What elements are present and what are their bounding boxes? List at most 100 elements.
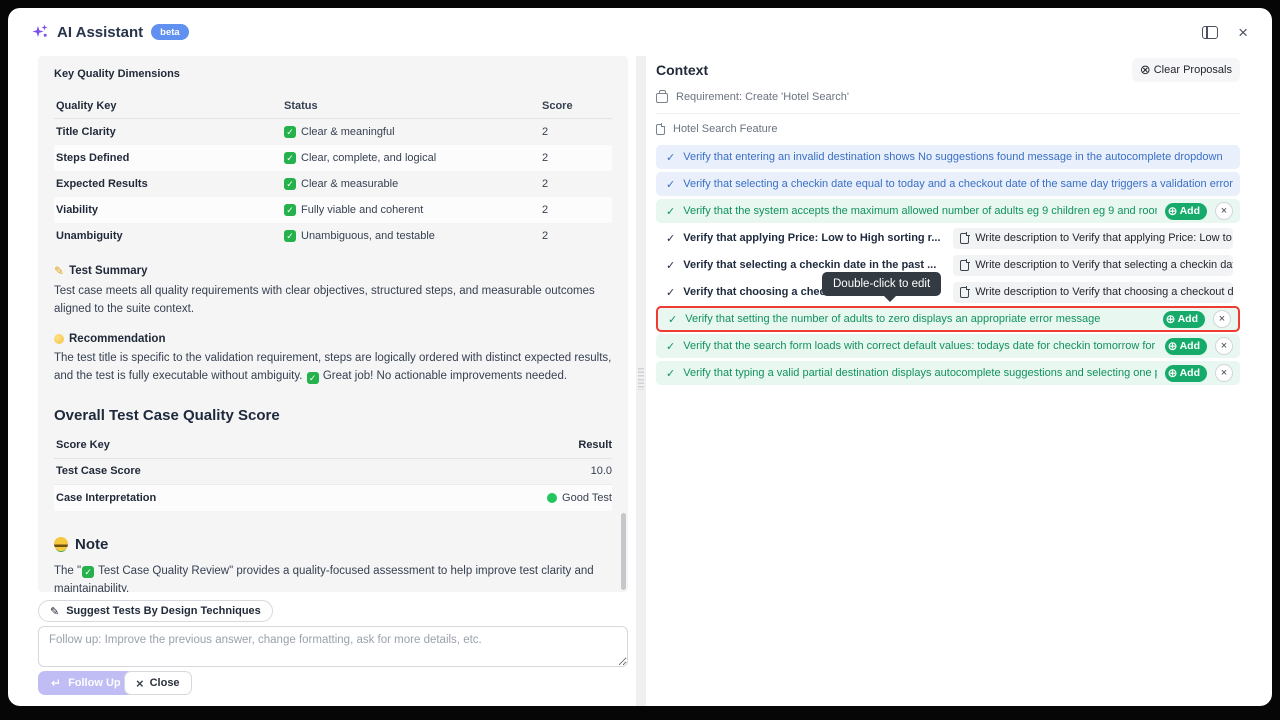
dimension-key: Unambiguity bbox=[54, 230, 284, 242]
remove-proposal-button[interactable]: × bbox=[1215, 202, 1233, 220]
score-result: Good Test bbox=[547, 492, 612, 504]
proposal-item[interactable]: ✓Verify that entering an invalid destina… bbox=[656, 145, 1240, 169]
write-description-chip[interactable]: Write description to Verify that applyin… bbox=[953, 228, 1233, 249]
score-key: Test Case Score bbox=[54, 465, 591, 477]
dimension-key: Expected Results bbox=[54, 178, 284, 190]
column-header: Result bbox=[578, 439, 612, 451]
clear-proposals-button[interactable]: Clear Proposals bbox=[1132, 58, 1240, 82]
recommendation-title: Recommendation bbox=[54, 333, 612, 345]
recommendation-section: Recommendation The test title is specifi… bbox=[54, 333, 612, 385]
app-title: AI Assistant bbox=[57, 24, 143, 41]
section-title-text: Note bbox=[75, 536, 108, 553]
test-summary-body: Test case meets all quality requirements… bbox=[54, 282, 612, 318]
left-scrollbar-thumb[interactable] bbox=[621, 513, 626, 590]
check-icon bbox=[284, 230, 296, 242]
file-icon bbox=[960, 260, 969, 271]
followup-input[interactable] bbox=[38, 626, 628, 667]
check-icon: ✓ bbox=[666, 340, 675, 353]
overall-score-table: Score Key Result Test Case Score 10.0 Ca… bbox=[54, 433, 612, 511]
quality-dimension-row: Title Clarity Clear & meaningful 2 bbox=[54, 119, 612, 145]
followup-button[interactable]: Follow Up bbox=[38, 671, 134, 695]
title-group: AI Assistant beta bbox=[32, 24, 189, 41]
close-icon[interactable]: × bbox=[1238, 24, 1248, 41]
context-header: Context Clear Proposals bbox=[656, 56, 1240, 84]
file-icon bbox=[656, 124, 665, 135]
panel-resize-handle[interactable] bbox=[636, 56, 646, 706]
memo-icon bbox=[54, 264, 64, 278]
dimension-key: Viability bbox=[54, 204, 284, 216]
panel-layout-icon[interactable] bbox=[1202, 26, 1218, 39]
proposal-item[interactable]: ✓Verify that applying Price: Low to High… bbox=[656, 226, 1240, 250]
write-description-label: Write description to Verify that applyin… bbox=[975, 232, 1233, 244]
followup-label: Follow Up bbox=[68, 677, 121, 689]
column-header: Status bbox=[284, 100, 542, 112]
test-summary-title: Test Summary bbox=[54, 264, 612, 278]
plus-circle-icon bbox=[1168, 340, 1178, 353]
overall-score-title: Overall Test Case Quality Score bbox=[54, 407, 612, 424]
write-description-chip[interactable]: Write description to Verify that selecti… bbox=[953, 255, 1233, 276]
remove-proposal-button[interactable]: × bbox=[1213, 310, 1231, 328]
dimension-key: Title Clarity bbox=[54, 126, 284, 138]
write-description-chip[interactable]: Write description to Verify that choosin… bbox=[953, 282, 1233, 303]
remove-proposal-button[interactable]: × bbox=[1215, 337, 1233, 355]
check-icon bbox=[284, 152, 296, 164]
close-label: Close bbox=[150, 677, 180, 689]
context-panel: Context Clear Proposals Requirement: Cre… bbox=[656, 56, 1240, 388]
requirement-row[interactable]: Requirement: Create 'Hotel Search' bbox=[656, 84, 1240, 114]
window-header: AI Assistant beta × bbox=[8, 8, 1272, 56]
suggest-tests-button[interactable]: Suggest Tests By Design Techniques bbox=[38, 600, 273, 622]
review-scroll-area[interactable]: Key Quality Dimensions Quality Key Statu… bbox=[38, 56, 628, 592]
close-button[interactable]: Close bbox=[124, 671, 192, 695]
circled-x-icon bbox=[1140, 62, 1151, 78]
check-icon: ✓ bbox=[666, 205, 675, 218]
proposal-item[interactable]: ✓Verify that setting the number of adult… bbox=[656, 306, 1240, 332]
dimensions-title: Key Quality Dimensions bbox=[54, 68, 612, 80]
note-title: Note bbox=[54, 536, 612, 553]
check-icon bbox=[284, 204, 296, 216]
enter-icon bbox=[51, 676, 61, 690]
proposal-item[interactable]: ✓Verify that selecting a checkin date eq… bbox=[656, 172, 1240, 196]
column-header: Score bbox=[542, 100, 612, 112]
window-actions: × bbox=[1202, 24, 1248, 41]
proposal-item[interactable]: ✓Verify that selecting a checkin date in… bbox=[656, 253, 1240, 277]
add-proposal-button[interactable]: Add bbox=[1165, 365, 1207, 382]
add-proposal-button[interactable]: Add bbox=[1165, 203, 1207, 220]
proposal-item[interactable]: ✓Verify that typing a valid partial dest… bbox=[656, 361, 1240, 385]
check-icon: ✓ bbox=[666, 367, 675, 380]
ai-assistant-window: AI Assistant beta × Key Quality Dimensio… bbox=[8, 8, 1272, 706]
briefcase-icon bbox=[656, 93, 668, 103]
column-header: Score Key bbox=[54, 439, 578, 451]
quality-dimension-row: Steps Defined Clear, complete, and logic… bbox=[54, 145, 612, 171]
check-icon: ✓ bbox=[668, 313, 677, 326]
proposal-text: Verify that entering an invalid destinat… bbox=[683, 151, 1233, 163]
check-icon bbox=[307, 372, 319, 384]
proposal-item[interactable]: ✓Verify that choosing a check Write desc… bbox=[656, 280, 1240, 304]
sparkles-icon bbox=[32, 24, 49, 41]
column-header: Quality Key bbox=[54, 100, 284, 112]
feature-row[interactable]: Hotel Search Feature bbox=[656, 114, 1240, 143]
remove-proposal-button[interactable]: × bbox=[1215, 364, 1233, 382]
bulb-icon bbox=[54, 334, 64, 344]
proposal-text: Verify that the search form loads with c… bbox=[683, 340, 1156, 352]
dimension-score: 2 bbox=[542, 126, 612, 138]
beta-badge: beta bbox=[151, 24, 189, 40]
requirement-label: Requirement: Create 'Hotel Search' bbox=[676, 91, 849, 103]
dimension-status: Clear & meaningful bbox=[284, 126, 542, 138]
proposal-title: Verify that applying Price: Low to High … bbox=[683, 232, 945, 244]
proposal-item[interactable]: ✓Verify that the system accepts the maxi… bbox=[656, 199, 1240, 223]
score-key: Case Interpretation bbox=[54, 492, 547, 504]
add-proposal-button[interactable]: Add bbox=[1163, 311, 1205, 328]
quality-dimensions-table: Quality Key Status Score Title Clarity C… bbox=[54, 93, 612, 249]
quality-dimension-row: Viability Fully viable and coherent 2 bbox=[54, 197, 612, 223]
add-proposal-button[interactable]: Add bbox=[1165, 338, 1207, 355]
check-icon: ✓ bbox=[666, 178, 675, 191]
test-summary-section: Test Summary Test case meets all quality… bbox=[54, 264, 612, 318]
score-header-row: Score Key Result bbox=[54, 433, 612, 459]
section-title-text: Test Summary bbox=[69, 265, 147, 277]
recommendation-body: The test title is specific to the valida… bbox=[54, 349, 612, 385]
proposal-item[interactable]: ✓ Verify that the search form loads with … bbox=[656, 334, 1240, 358]
plus-circle-icon bbox=[1166, 313, 1176, 326]
score-row: Test Case Score 10.0 bbox=[54, 459, 612, 485]
dimension-score: 2 bbox=[542, 204, 612, 216]
dimension-status: Clear, complete, and logical bbox=[284, 152, 542, 164]
